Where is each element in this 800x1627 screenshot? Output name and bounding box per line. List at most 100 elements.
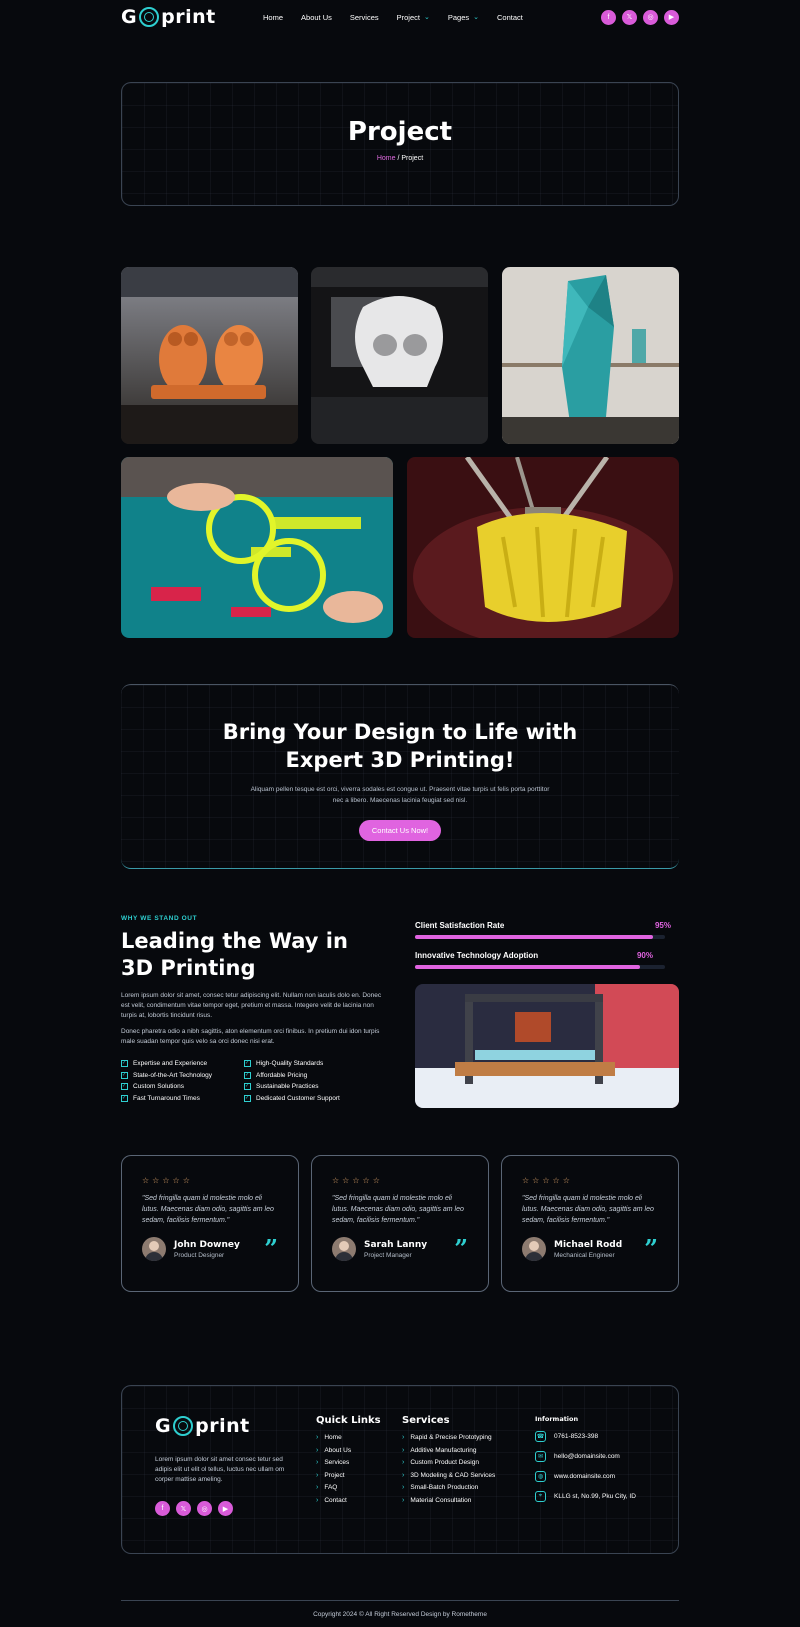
nav-about[interactable]: About Us <box>301 13 332 22</box>
info-phone[interactable]: ☎ 0761-8523-398 <box>535 1431 636 1442</box>
progress-tech-adoption: Innovative Technology Adoption 90% <box>415 951 679 969</box>
project-image-owls[interactable] <box>121 267 298 444</box>
footer-about-text: Lorem ipsum dolor sit amet consec tetur … <box>155 1456 285 1483</box>
check-item: ✓ State-of-the-Art Technology <box>121 1071 244 1079</box>
footer-link[interactable]: › FAQ <box>316 1484 381 1491</box>
star-rating: ☆☆☆☆☆ <box>142 1176 193 1185</box>
footer-information: Information ☎ 0761-8523-398 ✉ hello@domain… <box>535 1415 636 1511</box>
testimonial-quote: "Sed fringilla quam id molestie molo eli… <box>142 1195 274 1224</box>
testimonial-quote: "Sed fringilla quam id molestie molo eli… <box>522 1195 654 1224</box>
testimonial-card: ☆☆☆☆☆ "Sed fringilla quam id molestie mo… <box>121 1155 299 1292</box>
check-label: State-of-the-Art Technology <box>133 1071 213 1079</box>
author-role: Project Manager <box>364 1251 412 1259</box>
info-email[interactable]: ✉ hello@domainsite.com <box>535 1451 636 1462</box>
location-icon: ⌖ <box>535 1491 546 1502</box>
youtube-icon[interactable]: ▶ <box>218 1501 233 1516</box>
check-icon: ✓ <box>121 1060 128 1067</box>
footer-link[interactable]: › Material Consultation <box>402 1497 495 1504</box>
footer-link[interactable]: › Services <box>316 1459 381 1466</box>
why-section: WHY WE STAND OUT Leading the Way in 3D P… <box>121 900 679 1120</box>
check-icon: ✓ <box>244 1060 251 1067</box>
footer-link[interactable]: › Home <box>316 1434 381 1441</box>
why-paragraph-2: Donec pharetra odio a nibh sagittis, ato… <box>121 1028 380 1045</box>
chevron-right-icon: › <box>316 1471 319 1479</box>
logo[interactable]: G print <box>121 6 251 28</box>
footer-link-label: Rapid & Precise Prototyping <box>410 1434 492 1441</box>
logo-g: G <box>155 1415 172 1437</box>
chevron-right-icon: › <box>402 1459 405 1466</box>
footer-link[interactable]: › Rapid & Precise Prototyping <box>402 1434 495 1441</box>
check-icon: ✓ <box>121 1094 128 1102</box>
instagram-icon[interactable]: ◎ <box>643 9 658 25</box>
author-name: John Downey <box>174 1239 240 1250</box>
nav-contact[interactable]: Contact <box>497 13 523 22</box>
check-label: High-Quality Standards <box>256 1060 324 1067</box>
footer-link[interactable]: › Contact <box>316 1497 381 1504</box>
printer-image <box>415 984 679 1108</box>
nav-home[interactable]: Home <box>263 13 283 22</box>
logo-fingerprint-icon <box>139 7 160 27</box>
footer-link-label: Material Consultation <box>410 1496 472 1504</box>
footer-link-label: Project <box>324 1471 345 1479</box>
logo-g: G <box>121 6 138 28</box>
check-item: ✓ Dedicated Customer Support <box>244 1094 374 1102</box>
facebook-icon[interactable]: f <box>155 1501 170 1516</box>
project-image-vase[interactable] <box>502 267 679 444</box>
instagram-icon[interactable]: ◎ <box>197 1501 212 1516</box>
facebook-icon[interactable]: f <box>601 9 616 25</box>
info-text: www.domainsite.com <box>554 1473 616 1480</box>
progress-label: Innovative Technology Adoption <box>415 951 539 960</box>
check-icon: ✓ <box>121 1083 128 1090</box>
footer-link[interactable]: › Project <box>316 1472 381 1479</box>
footer-link[interactable]: › 3D Modeling & CAD Services <box>402 1472 495 1479</box>
footer-link-label: Additive Manufacturing <box>410 1446 477 1454</box>
testimonial-author: Sarah Lanny Project Manager ” <box>332 1237 468 1261</box>
footer-link-label: Contact <box>324 1496 347 1504</box>
footer-logo[interactable]: G print <box>155 1415 285 1437</box>
x-icon[interactable]: 𝕏 <box>176 1501 191 1516</box>
nav-services-label: Services <box>349 12 379 22</box>
progress-label: Client Satisfaction Rate <box>415 921 505 930</box>
check-item: ✓ Expertise and Experience <box>121 1060 244 1067</box>
check-item: ✓ Fast Turnaround Times <box>121 1094 244 1102</box>
project-image-skull[interactable] <box>311 267 488 444</box>
info-text: 0761-8523-398 <box>554 1433 599 1440</box>
progress-value: 95% <box>654 921 671 930</box>
nav-services[interactable]: Services <box>350 13 379 22</box>
check-icon: ✓ <box>244 1094 251 1102</box>
cta-title: Bring Your Design to Life with Expert 3D… <box>222 720 578 772</box>
chevron-right-icon: › <box>402 1496 405 1504</box>
youtube-icon[interactable]: ▶ <box>664 9 679 25</box>
mail-icon: ✉ <box>535 1451 546 1462</box>
project-image-yellow-vase[interactable] <box>407 457 679 638</box>
footer-link[interactable]: › Small-Batch Production <box>402 1484 495 1491</box>
info-text: hello@domainsite.com <box>554 1453 620 1460</box>
nav-project[interactable]: Project ⌄ <box>397 13 430 22</box>
information-heading: Information <box>535 1415 579 1423</box>
check-label: Affordable Pricing <box>256 1071 308 1079</box>
chevron-down-icon: ⌄ <box>423 14 430 21</box>
nav-pages[interactable]: Pages ⌄ <box>448 13 479 22</box>
project-image-drone-frame[interactable] <box>121 457 393 638</box>
info-text: KLLG st, No.99, Pku City, ID <box>554 1493 636 1500</box>
check-label: Dedicated Customer Support <box>256 1094 340 1102</box>
footer-link-label: FAQ <box>324 1484 338 1491</box>
breadcrumb-home[interactable]: Home <box>377 155 396 162</box>
footer-link[interactable]: › About Us <box>316 1447 381 1454</box>
info-website[interactable]: ◍ www.domainsite.com <box>535 1471 636 1482</box>
chevron-right-icon: › <box>316 1434 319 1441</box>
nav-pages-label: Pages <box>447 12 470 22</box>
testimonial-card: ☆☆☆☆☆ "Sed fringilla quam id molestie mo… <box>501 1155 679 1292</box>
x-icon[interactable]: 𝕏 <box>622 9 637 25</box>
footer-link[interactable]: › Additive Manufacturing <box>402 1447 495 1454</box>
social-links: f 𝕏 ◎ ▶ <box>601 9 679 25</box>
footer-link-label: Small-Batch Production <box>410 1484 479 1491</box>
author-name: Sarah Lanny <box>364 1239 428 1250</box>
contact-us-button[interactable]: Contact Us Now! <box>358 820 442 841</box>
nav-project-label: Project <box>396 12 420 22</box>
check-label: Sustainable Practices <box>256 1083 319 1090</box>
footer-link[interactable]: › Custom Product Design <box>402 1459 495 1466</box>
footer-link-label: Services <box>324 1459 350 1466</box>
logo-text: print <box>161 6 216 28</box>
page-hero: Project Home / Project <box>121 82 679 206</box>
